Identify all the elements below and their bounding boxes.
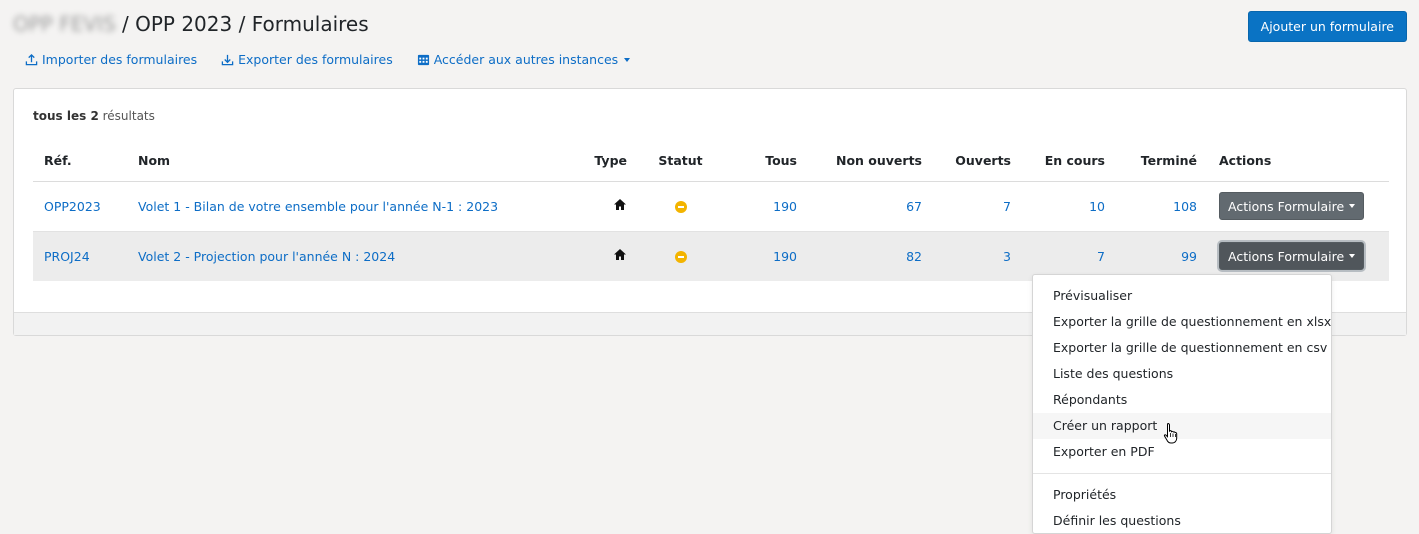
- toolbar: Importer des formulaires Exporter des fo…: [25, 52, 631, 67]
- count-in-progress-link[interactable]: 7: [1097, 249, 1105, 264]
- breadcrumb-instance[interactable]: OPP 2023: [135, 12, 232, 36]
- breadcrumb-separator: /: [238, 12, 246, 36]
- menu-item-export-xlsx[interactable]: Exporter la grille de questionnement en …: [1033, 309, 1331, 335]
- export-forms-label: Exporter des formulaires: [238, 52, 393, 67]
- col-in-progress[interactable]: En cours: [1022, 140, 1116, 182]
- chevron-down-icon: [1349, 254, 1356, 259]
- other-instances-dropdown[interactable]: Accéder aux autres instances: [417, 52, 631, 67]
- count-done-link[interactable]: 108: [1173, 199, 1197, 214]
- menu-item-create-report[interactable]: Créer un rapport: [1033, 413, 1331, 439]
- import-forms-link[interactable]: Importer des formulaires: [25, 52, 197, 67]
- col-done[interactable]: Terminé: [1116, 140, 1208, 182]
- form-ref-link[interactable]: PROJ24: [44, 249, 90, 264]
- chevron-down-icon: [624, 57, 631, 62]
- chevron-down-icon: [1349, 204, 1356, 208]
- home-icon: [614, 249, 626, 261]
- col-unopened[interactable]: Non ouverts: [808, 140, 933, 182]
- status-minus-circle-icon: [674, 251, 687, 264]
- home-icon: [614, 199, 626, 210]
- col-all[interactable]: Tous: [723, 140, 808, 182]
- count-done-link[interactable]: 99: [1181, 249, 1197, 264]
- col-name[interactable]: Nom: [127, 140, 547, 182]
- count-all-link[interactable]: 190: [773, 249, 797, 264]
- menu-item-export-pdf[interactable]: Exporter en PDF: [1033, 439, 1331, 465]
- menu-item-define-questions[interactable]: Définir les questions: [1033, 508, 1331, 534]
- actions-form-button[interactable]: Actions Formulaire: [1219, 242, 1365, 271]
- col-opened[interactable]: Ouverts: [933, 140, 1022, 182]
- page-title: Formulaires: [251, 12, 369, 36]
- other-instances-label: Accéder aux autres instances: [433, 52, 619, 67]
- col-ref[interactable]: Réf.: [33, 140, 127, 182]
- menu-item-questions-list[interactable]: Liste des questions: [1033, 361, 1331, 387]
- breadcrumb: OPP FEVIS / OPP 2023 / Formulaires: [13, 12, 369, 36]
- count-all-link[interactable]: 190: [773, 199, 797, 214]
- download-icon: [221, 54, 234, 66]
- menu-divider: [1033, 473, 1331, 474]
- count-opened-link[interactable]: 7: [1003, 199, 1011, 214]
- form-name-link[interactable]: Volet 1 - Bilan de votre ensemble pour l…: [138, 199, 498, 214]
- col-type[interactable]: Type: [547, 140, 638, 182]
- calendar-icon: [417, 54, 429, 66]
- page-header: OPP FEVIS / OPP 2023 / Formulaires Ajout…: [13, 8, 1407, 48]
- count-opened-link[interactable]: 3: [1003, 249, 1011, 264]
- table-header-row: Réf. Nom Type Statut Tous Non ouverts Ou…: [33, 140, 1389, 182]
- actions-dropdown-menu: Prévisualiser Exporter la grille de ques…: [1032, 274, 1332, 534]
- upload-icon: [25, 53, 38, 66]
- form-name-link[interactable]: Volet 2 - Projection pour l'année N : 20…: [138, 249, 395, 264]
- results-count: tous les 2 résultats: [33, 109, 155, 123]
- col-actions: Actions: [1208, 140, 1389, 182]
- hand-pointer-icon: [1163, 422, 1178, 444]
- export-forms-link[interactable]: Exporter des formulaires: [221, 52, 393, 67]
- menu-item-respondents[interactable]: Répondants: [1033, 387, 1331, 413]
- col-status[interactable]: Statut: [638, 140, 723, 182]
- forms-table: Réf. Nom Type Statut Tous Non ouverts Ou…: [33, 140, 1389, 281]
- count-unopened-link[interactable]: 67: [906, 199, 922, 214]
- breadcrumb-separator: /: [122, 12, 129, 36]
- form-ref-link[interactable]: OPP2023: [44, 199, 101, 214]
- menu-item-properties[interactable]: Propriétés: [1033, 482, 1331, 508]
- table-row: OPP2023 Volet 1 - Bilan de votre ensembl…: [33, 181, 1389, 232]
- menu-item-preview[interactable]: Prévisualiser: [1033, 283, 1331, 309]
- status-minus-circle-icon: [674, 201, 687, 213]
- count-unopened-link[interactable]: 82: [906, 249, 922, 264]
- import-forms-label: Importer des formulaires: [42, 52, 198, 67]
- add-form-button[interactable]: Ajouter un formulaire: [1247, 11, 1407, 42]
- actions-form-button[interactable]: Actions Formulaire: [1219, 192, 1365, 220]
- breadcrumb-org[interactable]: OPP FEVIS: [13, 12, 116, 36]
- menu-item-export-csv[interactable]: Exporter la grille de questionnement en …: [1033, 335, 1331, 361]
- count-in-progress-link[interactable]: 10: [1089, 199, 1105, 214]
